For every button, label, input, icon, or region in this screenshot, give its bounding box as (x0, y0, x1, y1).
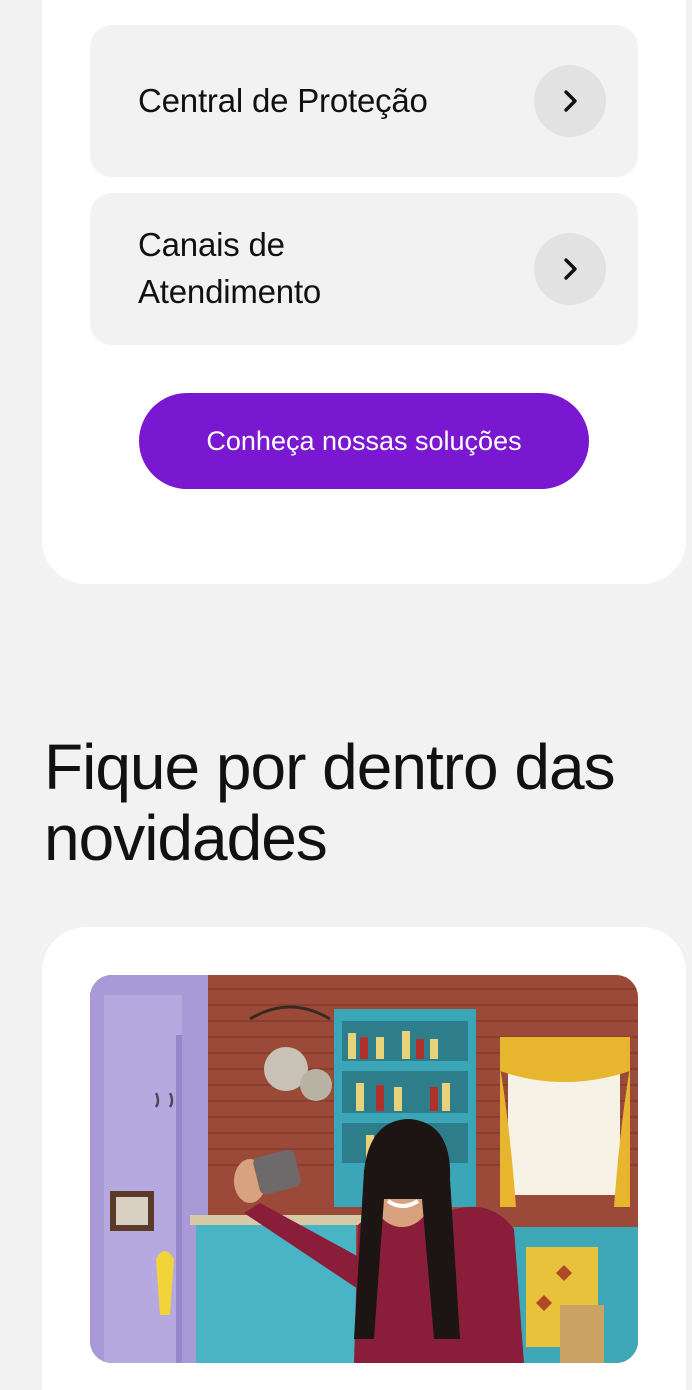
link-central-de-protecao[interactable]: Central de Proteção (90, 25, 638, 177)
link-canais-de-atendimento[interactable]: Canais de Atendimento (90, 193, 638, 345)
cta-button-conheca-solucoes[interactable]: Conheça nossas soluções (139, 393, 589, 489)
help-links-card: Central de Proteção Canais de Atendiment… (42, 0, 686, 584)
link-label: Central de Proteção (138, 81, 428, 119)
section-title: Fique por dentro das novidades (44, 731, 616, 874)
chevron-right-icon[interactable] (534, 233, 606, 305)
news-card[interactable] (42, 927, 686, 1390)
chevron-right-icon[interactable] (534, 65, 606, 137)
link-label: Canais de Atendimento (138, 226, 322, 310)
news-card-photo[interactable] (90, 975, 638, 1363)
